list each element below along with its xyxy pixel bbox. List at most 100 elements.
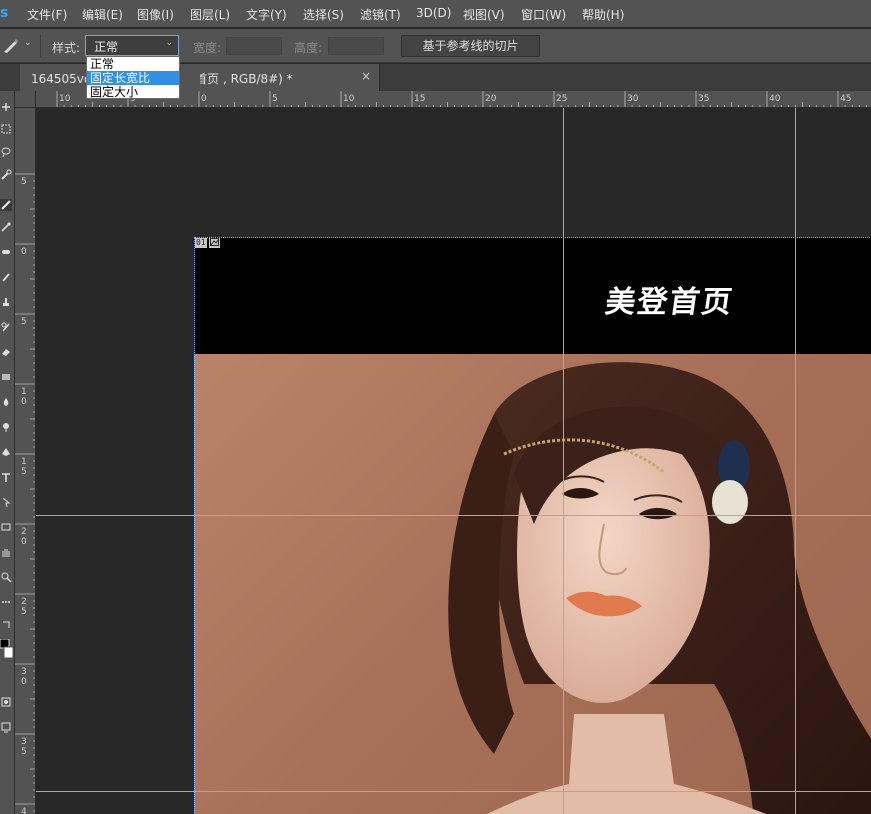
zoom-tool-icon[interactable] bbox=[0, 571, 12, 583]
brush-tool-icon[interactable] bbox=[0, 271, 12, 283]
vertical-guide[interactable] bbox=[795, 108, 796, 814]
ruler-label: 5 bbox=[21, 747, 27, 757]
document-canvas[interactable]: 美登首页 01 bbox=[194, 237, 871, 814]
clone-stamp-tool-icon[interactable] bbox=[0, 296, 12, 308]
history-brush-tool-icon[interactable] bbox=[0, 321, 12, 333]
ruler-label: 3 bbox=[21, 667, 27, 677]
healing-brush-tool-icon[interactable] bbox=[0, 246, 12, 258]
ruler-label: 40 bbox=[769, 94, 781, 104]
ruler-label: 45 bbox=[840, 94, 851, 104]
close-icon[interactable]: × bbox=[361, 69, 371, 83]
ruler-label: 5 bbox=[21, 177, 27, 187]
gradient-tool-icon[interactable] bbox=[0, 371, 12, 383]
ruler-label: 35 bbox=[698, 94, 709, 104]
dodge-tool-icon[interactable] bbox=[0, 421, 12, 433]
ruler-label: 0 bbox=[21, 677, 27, 687]
style-option-normal[interactable]: 正常 bbox=[87, 57, 179, 71]
height-input[interactable] bbox=[328, 37, 384, 55]
path-selection-tool-icon[interactable] bbox=[0, 496, 12, 508]
menu-edit[interactable]: 编辑(E) bbox=[82, 6, 123, 23]
tool-preset-chevron-down-icon[interactable]: ⌄ bbox=[24, 38, 32, 48]
app-logo[interactable]: s bbox=[0, 5, 10, 21]
menu-type[interactable]: 文字(Y) bbox=[246, 6, 287, 23]
slice-tool-icon[interactable] bbox=[2, 38, 20, 54]
menu-image[interactable]: 图像(I) bbox=[137, 6, 174, 23]
ruler-label: 1 bbox=[21, 457, 27, 467]
eraser-tool-icon[interactable] bbox=[0, 346, 12, 358]
ruler-label: 5 bbox=[21, 467, 27, 477]
width-label: 宽度: bbox=[193, 41, 222, 55]
ruler-label: 5 bbox=[21, 317, 27, 327]
slices-from-guides-button[interactable]: 基于参考线的切片 bbox=[401, 35, 540, 57]
color-swatches-icon[interactable] bbox=[0, 639, 14, 659]
menu-layer[interactable]: 图层(L) bbox=[190, 6, 230, 23]
portrait-illustration bbox=[448, 362, 871, 814]
quick-mask-icon[interactable] bbox=[0, 696, 12, 708]
menu-filter[interactable]: 滤镜(T) bbox=[360, 6, 401, 23]
style-option-fixed-ratio[interactable]: 固定长宽比 bbox=[87, 71, 179, 85]
ruler-label: 5 bbox=[21, 607, 27, 617]
pen-tool-icon[interactable] bbox=[0, 446, 12, 458]
vertical-ruler-ticks: 50510152025303540 bbox=[15, 173, 35, 814]
ruler-label: 0 bbox=[201, 94, 207, 104]
divider bbox=[40, 35, 41, 57]
menu-help[interactable]: 帮助(H) bbox=[582, 6, 624, 23]
horizontal-guide[interactable] bbox=[36, 515, 871, 516]
ruler-label: 5 bbox=[272, 94, 278, 104]
chevron-down-icon: ⌄ bbox=[165, 38, 173, 48]
ruler-label: 4 bbox=[21, 807, 27, 814]
portrait-photo bbox=[194, 354, 871, 814]
rectangle-tool-icon[interactable] bbox=[0, 521, 12, 533]
blur-tool-icon[interactable] bbox=[0, 396, 12, 408]
ruler-label: 30 bbox=[627, 94, 639, 104]
vertical-ruler[interactable]: 50510152025303540 bbox=[15, 108, 36, 814]
ruler-label: 3 bbox=[21, 737, 27, 747]
ruler-label: 20 bbox=[485, 94, 497, 104]
banner-title: 美登首页 bbox=[603, 285, 736, 320]
ruler-label: 25 bbox=[556, 94, 567, 104]
quick-selection-tool-icon[interactable] bbox=[0, 169, 12, 181]
ruler-label: 2 bbox=[21, 597, 27, 607]
ruler-label: 10 bbox=[59, 94, 71, 104]
type-tool-icon[interactable] bbox=[0, 471, 12, 483]
width-input[interactable] bbox=[226, 37, 282, 55]
ruler-label: 0 bbox=[21, 247, 27, 257]
style-dropdown-menu: 正常 固定长宽比 固定大小 bbox=[86, 56, 180, 99]
style-select[interactable]: 正常 ⌄ bbox=[85, 35, 179, 56]
vertical-guide[interactable] bbox=[563, 108, 564, 814]
style-select-value: 正常 bbox=[94, 40, 119, 54]
ruler-label: 0 bbox=[21, 397, 27, 407]
tools-panel bbox=[0, 91, 15, 814]
image-slice-icon bbox=[208, 238, 220, 248]
menu-view[interactable]: 视图(V) bbox=[463, 6, 505, 23]
swap-colors-icon[interactable] bbox=[0, 619, 12, 631]
style-option-fixed-size[interactable]: 固定大小 bbox=[87, 85, 179, 99]
height-label: 高度: bbox=[294, 41, 323, 55]
ruler-label: 2 bbox=[21, 527, 27, 537]
document-tab[interactable]: 164505vo.psd @ 50% (美登首页 , RGB/8#) * bbox=[20, 64, 380, 91]
ruler-label: 15 bbox=[414, 94, 425, 104]
menu-select[interactable]: 选择(S) bbox=[303, 6, 344, 23]
ruler-label: 1 bbox=[21, 387, 27, 397]
more-tools-icon[interactable] bbox=[0, 596, 12, 608]
menu-window[interactable]: 窗口(W) bbox=[521, 6, 566, 23]
crop-tool-icon[interactable] bbox=[0, 199, 12, 211]
menu-bar: s 文件(F) 编辑(E) 图像(I) 图层(L) 文字(Y) 选择(S) 滤镜… bbox=[0, 0, 871, 28]
slice-badge[interactable]: 01 bbox=[195, 238, 220, 248]
style-label: 样式: bbox=[52, 41, 81, 55]
canvas-area[interactable]: 美登首页 01 bbox=[36, 108, 871, 814]
slice-number: 01 bbox=[195, 238, 207, 248]
move-tool-icon[interactable] bbox=[0, 101, 12, 113]
ruler-label: 10 bbox=[343, 94, 355, 104]
menu-3d[interactable]: 3D(D) bbox=[416, 6, 451, 20]
ruler-origin[interactable] bbox=[15, 91, 36, 108]
ruler-label: 0 bbox=[21, 537, 27, 547]
horizontal-guide[interactable] bbox=[36, 791, 871, 792]
screen-mode-icon[interactable] bbox=[0, 721, 12, 733]
lasso-tool-icon[interactable] bbox=[0, 146, 12, 158]
header-banner: 美登首页 bbox=[194, 237, 871, 354]
marquee-tool-icon[interactable] bbox=[0, 123, 12, 135]
hand-tool-icon[interactable] bbox=[0, 546, 12, 558]
eyedropper-tool-icon[interactable] bbox=[0, 221, 12, 233]
menu-file[interactable]: 文件(F) bbox=[27, 6, 67, 23]
